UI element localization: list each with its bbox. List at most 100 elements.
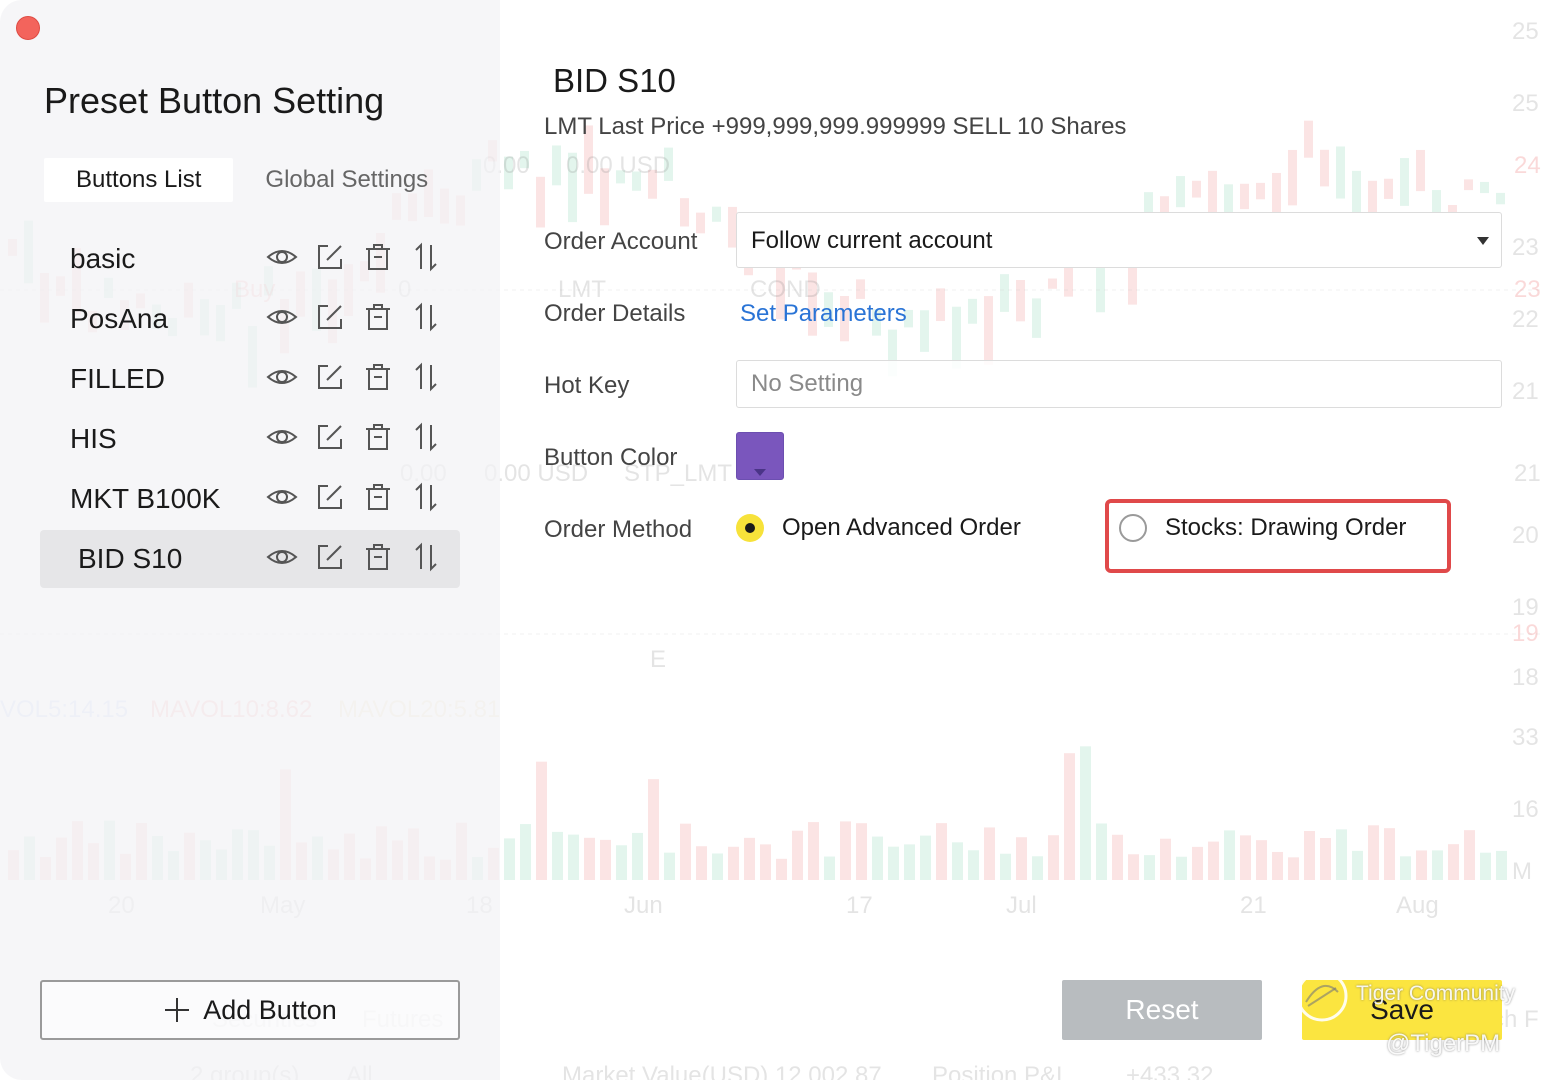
background-candle bbox=[856, 279, 865, 299]
trash-icon[interactable] bbox=[362, 541, 394, 573]
background-label: 22 bbox=[1512, 306, 1539, 333]
background-volume-bar bbox=[1192, 846, 1203, 880]
background-label: +433.32 bbox=[1126, 1062, 1214, 1080]
row-actions bbox=[266, 421, 442, 453]
sort-icon[interactable] bbox=[410, 301, 442, 333]
reset-button[interactable]: Reset bbox=[1062, 980, 1262, 1040]
background-candle bbox=[1400, 158, 1409, 206]
add-button[interactable]: Add Button bbox=[40, 980, 460, 1040]
button-list-item[interactable]: BID S10 bbox=[40, 530, 460, 588]
edit-icon[interactable] bbox=[314, 481, 346, 513]
eye-icon[interactable] bbox=[266, 361, 298, 393]
background-candle bbox=[664, 147, 673, 181]
background-volume-bar bbox=[1144, 855, 1155, 880]
plus-icon bbox=[165, 998, 190, 1022]
background-volume-bar bbox=[1000, 853, 1011, 880]
row-actions bbox=[266, 541, 442, 573]
background-volume-bar bbox=[936, 823, 947, 880]
background-candle bbox=[520, 150, 529, 169]
background-volume-bar bbox=[1288, 857, 1299, 880]
background-volume-bar bbox=[904, 844, 915, 880]
trash-icon[interactable] bbox=[362, 361, 394, 393]
tab-global-settings[interactable]: Global Settings bbox=[233, 158, 460, 202]
background-volume-bar bbox=[552, 831, 563, 880]
sort-icon[interactable] bbox=[410, 361, 442, 393]
background-volume-bar bbox=[952, 842, 963, 880]
sort-icon[interactable] bbox=[410, 541, 442, 573]
edit-icon[interactable] bbox=[314, 301, 346, 333]
order-account-select[interactable]: Follow current account bbox=[736, 212, 1502, 268]
trash-icon[interactable] bbox=[362, 481, 394, 513]
sort-icon[interactable] bbox=[410, 241, 442, 273]
background-volume-bar bbox=[1336, 829, 1347, 880]
background-volume-bar bbox=[504, 838, 515, 880]
eye-icon[interactable] bbox=[266, 541, 298, 573]
background-candle bbox=[1304, 120, 1313, 158]
background-volume-bar bbox=[520, 824, 531, 880]
button-list-item[interactable]: FILLED bbox=[40, 350, 460, 408]
background-candle bbox=[1480, 181, 1489, 194]
background-volume-bar bbox=[616, 845, 627, 880]
eye-icon[interactable] bbox=[266, 481, 298, 513]
eye-icon[interactable] bbox=[266, 301, 298, 333]
background-volume-bar bbox=[1224, 830, 1235, 880]
radio-open-advanced-order[interactable]: Open Advanced Order bbox=[736, 514, 1021, 542]
button-color-picker[interactable] bbox=[736, 432, 784, 480]
background-volume-bar bbox=[1384, 828, 1395, 880]
background-label: 23 bbox=[1514, 276, 1541, 303]
background-candle bbox=[1320, 149, 1329, 187]
button-list-item[interactable]: basic bbox=[40, 230, 460, 288]
tab-buttons-list[interactable]: Buttons List bbox=[44, 158, 234, 202]
background-label: 18 bbox=[1512, 664, 1539, 691]
chevron-down-icon bbox=[1477, 237, 1489, 245]
detail-title: BID S10 bbox=[553, 62, 676, 99]
row-actions bbox=[266, 481, 442, 513]
background-label: 19 bbox=[1512, 594, 1539, 621]
background-volume-bar bbox=[1016, 837, 1027, 880]
background-candle bbox=[1384, 178, 1393, 199]
background-label: 20 bbox=[1512, 522, 1539, 549]
background-volume-bar bbox=[1272, 851, 1283, 880]
set-parameters-link[interactable]: Set Parameters bbox=[740, 300, 907, 328]
sort-icon[interactable] bbox=[410, 421, 442, 453]
background-candle bbox=[1096, 268, 1105, 313]
button-list-item[interactable]: PosAna bbox=[40, 290, 460, 348]
background-volume-bar bbox=[1496, 850, 1507, 880]
background-volume-bar bbox=[888, 846, 899, 880]
hot-key-label: Hot Key bbox=[544, 372, 630, 399]
eye-icon[interactable] bbox=[266, 421, 298, 453]
sort-icon[interactable] bbox=[410, 481, 442, 513]
trash-icon[interactable] bbox=[362, 301, 394, 333]
edit-icon[interactable] bbox=[314, 241, 346, 273]
background-candle bbox=[568, 152, 577, 223]
button-list-item[interactable]: HIS bbox=[40, 410, 460, 468]
background-candle bbox=[1000, 274, 1009, 312]
row-actions bbox=[266, 301, 442, 333]
button-list-item-name: HIS bbox=[70, 423, 117, 454]
hot-key-input[interactable] bbox=[736, 360, 1502, 408]
background-volume-bar bbox=[696, 846, 707, 880]
buttons-sidebar: Preset Button Setting Buttons List Globa… bbox=[0, 0, 500, 1080]
close-window-button[interactable] bbox=[16, 16, 40, 40]
background-volume-bar bbox=[1096, 823, 1107, 880]
eye-icon[interactable] bbox=[266, 241, 298, 273]
background-candle bbox=[1288, 149, 1297, 206]
button-list-item[interactable]: MKT B100K bbox=[40, 470, 460, 528]
background-volume-bar bbox=[856, 823, 867, 880]
background-candle bbox=[1192, 180, 1201, 198]
background-label: 25 bbox=[1512, 90, 1539, 117]
background-label: Jun bbox=[624, 892, 663, 919]
edit-icon[interactable] bbox=[314, 541, 346, 573]
trash-icon[interactable] bbox=[362, 241, 394, 273]
background-volume-bar bbox=[824, 856, 835, 880]
background-volume-bar bbox=[1032, 856, 1043, 880]
order-account-label: Order Account bbox=[544, 228, 698, 255]
edit-icon[interactable] bbox=[314, 361, 346, 393]
trash-icon[interactable] bbox=[362, 421, 394, 453]
edit-icon[interactable] bbox=[314, 421, 346, 453]
preset-button-dialog: 0.000.00 USDBuy0LMTCOND0.000.00 USDSTP_L… bbox=[0, 0, 1542, 1080]
background-volume-bar bbox=[1368, 825, 1379, 880]
order-details-label: Order Details bbox=[544, 300, 686, 327]
background-volume-bar bbox=[808, 822, 819, 880]
background-volume-bar bbox=[1432, 850, 1443, 880]
